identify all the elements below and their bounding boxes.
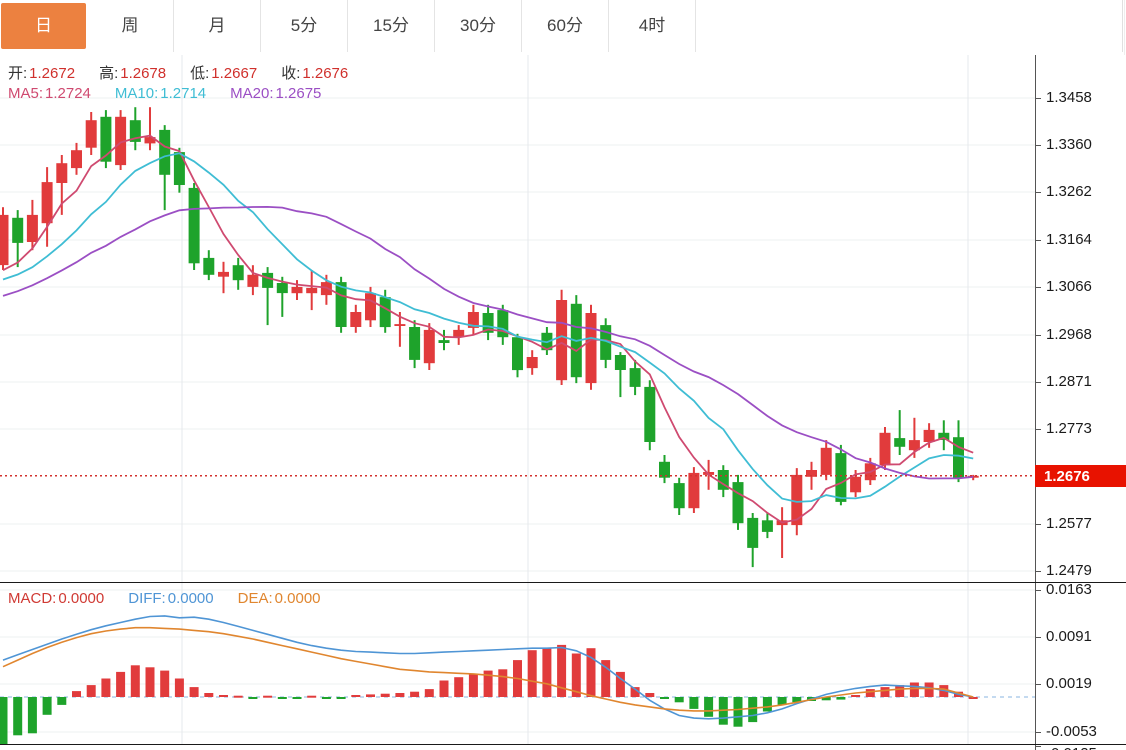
readout-item-1: 高:1.2678 [99,62,166,83]
axis-tick-label: -0.0125 [1046,745,1097,750]
readout-item-3: 收:1.2676 [281,62,348,83]
readout-item-2: DEA:0.0000 [238,590,321,607]
panel-separator-bottom [0,744,1126,745]
readout-item-2: MA20:1.2675 [230,85,321,102]
panel-separator-top [0,582,1126,583]
axis-tick-label: 0.0091 [1046,628,1092,645]
price-chart-svg[interactable] [0,55,1035,582]
readout-item-0: 开:1.2672 [8,62,75,83]
ohlc-readout-row: 开:1.2672 高:1.2678 低:1.2667 收:1.2676 [8,62,372,83]
axis-tick-label: 1.2479 [1046,562,1092,579]
axis-tick-mark [1036,684,1041,685]
last-price-badge: 1.2676 [1035,465,1126,487]
axis-tick-mark [1036,98,1041,99]
tab-m60[interactable]: 60分 [522,0,609,52]
readout-item-1: MA10:1.2714 [115,85,206,102]
tab-month[interactable]: 月 [174,0,261,52]
axis-tick-label: 1.2577 [1046,515,1092,532]
tab-m30[interactable]: 30分 [435,0,522,52]
axis-tick-label: 1.2773 [1046,420,1092,437]
axis-tick-label: 1.3262 [1046,183,1092,200]
axis-tick-mark [1036,240,1041,241]
axis-tick-label: -0.0053 [1046,723,1097,740]
readout-item-2: 低:1.2667 [190,62,257,83]
tab-m5[interactable]: 5分 [261,0,348,52]
axis-tick-mark [1036,590,1041,591]
tab-h4[interactable]: 4时 [609,0,696,52]
axis-tick-label: 1.2871 [1046,373,1092,390]
axis-tick-mark [1036,429,1041,430]
tab-day[interactable]: 日 [1,3,86,49]
timeframe-tabbar: 日周月5分15分30分60分4时 [0,0,1126,52]
axis-tick-mark [1036,732,1041,733]
price-axis: 1.3458 1.3360 1.3262 1.3164 1.3066 1.2968 1.28… [1035,55,1126,750]
axis-tick-mark [1036,571,1041,572]
axis-tick-label: 1.2968 [1046,326,1092,343]
tabbar-right-divider [1122,0,1123,52]
macd-chart-svg[interactable] [0,583,1035,744]
tab-week[interactable]: 周 [87,0,174,52]
axis-tick-mark [1036,287,1041,288]
axis-tick-label: 1.3360 [1046,136,1092,153]
readout-item-1: DIFF:0.0000 [128,590,213,607]
axis-tick-label: 1.3066 [1046,278,1092,295]
axis-tick-label: 1.3164 [1046,231,1092,248]
axis-tick-mark [1036,382,1041,383]
axis-tick-mark [1036,524,1041,525]
axis-tick-label: 0.0163 [1046,581,1092,598]
axis-tick-mark [1036,192,1041,193]
ma-readout-row: MA5:1.2724 MA10:1.2714 MA20:1.2675 [8,85,345,102]
macd-readout-row: MACD:0.0000 DIFF:0.0000 DEA:0.0000 [8,590,345,607]
axis-tick-label: 1.3458 [1046,89,1092,106]
tab-m15[interactable]: 15分 [348,0,435,52]
axis-tick-mark [1036,335,1041,336]
candles-layer [0,107,979,567]
readout-item-0: MA5:1.2724 [8,85,91,102]
axis-tick-mark [1036,746,1041,747]
axis-tick-label: 0.0019 [1046,675,1092,692]
trading-chart-app: { "tabs": { "items": [ {"key":"day","lab… [0,0,1126,750]
macd-histogram-layer [0,645,978,744]
ma20-line [3,207,973,479]
readout-item-0: MACD:0.0000 [8,590,104,607]
axis-tick-mark [1036,637,1041,638]
axis-tick-mark [1036,145,1041,146]
